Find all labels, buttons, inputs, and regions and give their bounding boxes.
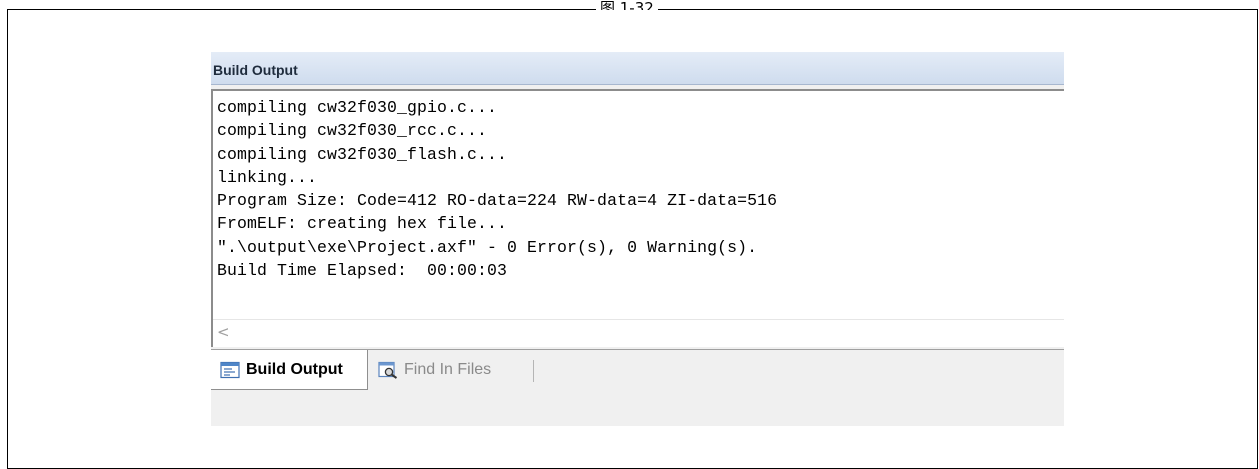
output-tabs: Build Output Find In Files	[211, 349, 1064, 393]
horizontal-scrollbar[interactable]: <	[213, 319, 1064, 346]
window-titlebar: Build Output	[211, 52, 1064, 85]
tab-find-in-files[interactable]: Find In Files	[370, 350, 520, 390]
tab-label: Build Output	[246, 360, 343, 378]
tab-build-output[interactable]: Build Output	[211, 350, 368, 390]
build-output-text-area[interactable]: compiling cw32f030_gpio.c... compiling c…	[211, 89, 1064, 347]
output-line: Build Time Elapsed: 00:00:03	[217, 261, 508, 281]
output-line: FromELF: creating hex file...	[217, 214, 508, 234]
output-line: compiling cw32f030_flash.c...	[217, 144, 508, 164]
output-lines: compiling cw32f030_gpio.c... compiling c…	[217, 96, 777, 282]
figure-caption: 图 1-32	[596, 1, 658, 10]
find-in-files-icon	[378, 361, 398, 379]
tab-divider	[533, 360, 534, 382]
output-line: ".\output\exe\Project.axf" - 0 Error(s),…	[217, 237, 758, 257]
output-line: Program Size: Code=412 RO-data=224 RW-da…	[217, 191, 778, 211]
window-title: Build Output	[213, 62, 298, 78]
panel-bottom-strip	[211, 393, 1064, 426]
build-output-window: Build Output compiling cw32f030_gpio.c..…	[211, 52, 1064, 426]
tab-label: Find In Files	[404, 361, 492, 378]
output-line: linking...	[217, 167, 318, 187]
build-output-icon	[220, 361, 240, 378]
scroll-left-arrow-icon[interactable]: <	[217, 323, 230, 341]
output-line: compiling cw32f030_gpio.c...	[217, 98, 498, 117]
output-line: compiling cw32f030_rcc.c...	[217, 121, 488, 141]
